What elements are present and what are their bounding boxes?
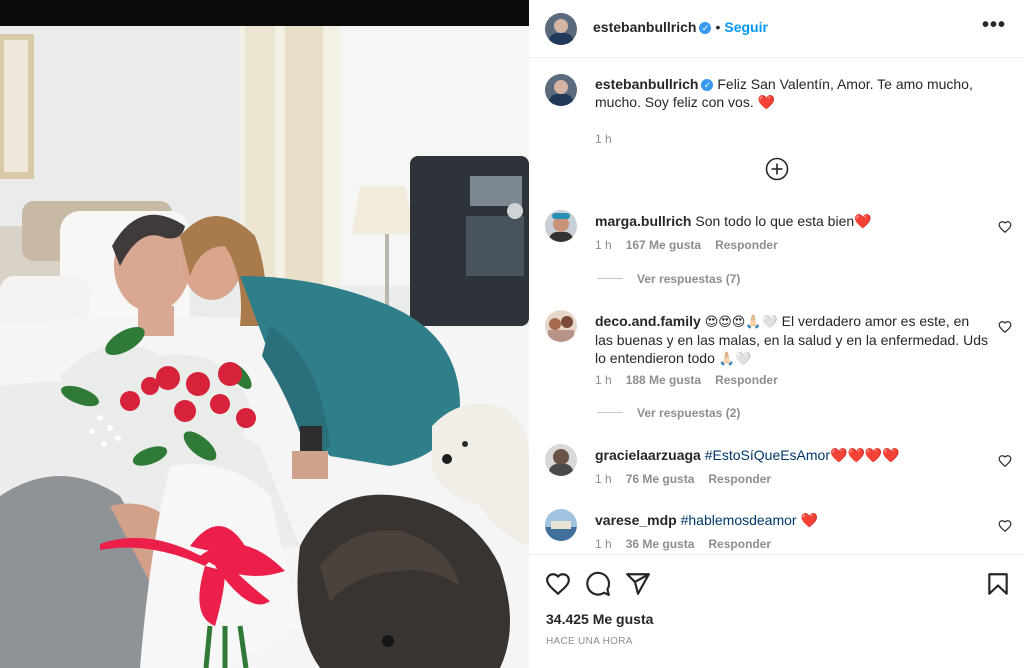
post-timestamp[interactable]: HACE UNA HORA xyxy=(546,636,633,647)
photo-top-bar xyxy=(0,0,529,26)
comment-likes[interactable]: 188 Me gusta xyxy=(626,373,701,387)
likes-count[interactable]: 34.425 Me gusta xyxy=(546,611,653,627)
emoji-sequence: 🙏🏻🤍 xyxy=(718,351,752,366)
replies-line xyxy=(597,412,623,413)
commenter-avatar[interactable] xyxy=(545,444,577,476)
caption-avatar[interactable] xyxy=(545,74,577,106)
header-line: estebanbullrich ✓ • Seguir xyxy=(593,19,768,35)
comment-username[interactable]: deco.and.family xyxy=(595,313,701,329)
follow-button[interactable]: Seguir xyxy=(724,19,768,35)
caption-username[interactable]: estebanbullrich xyxy=(595,76,698,92)
comment-item: varese_mdp #hablemosdeamor ❤️ 1 h 36 Me g… xyxy=(529,509,1024,554)
plus-circle-icon[interactable] xyxy=(765,157,789,181)
heart-emoji: ❤️ xyxy=(854,213,872,229)
comment-text: gracielaarzuaga #EstoSíQueEsAmor❤️❤️❤️❤️ xyxy=(595,446,990,464)
heart-outline-icon[interactable] xyxy=(545,571,571,597)
heart-emoji: ❤️❤️❤️❤️ xyxy=(830,447,900,463)
comment-body: Son todo lo que esta bien xyxy=(695,213,855,229)
comment-item: gracielaarzuaga #EstoSíQueEsAmor❤️❤️❤️❤️… xyxy=(529,444,1024,494)
comment-text: marga.bullrich Son todo lo que esta bien… xyxy=(595,212,990,230)
comments-list[interactable]: estebanbullrich ✓ Feliz San Valentín, Amo… xyxy=(529,58,1024,554)
verified-badge-icon: ✓ xyxy=(701,79,714,91)
comment-bubble-icon[interactable] xyxy=(585,571,611,597)
heart-emoji: ❤️ xyxy=(757,94,776,110)
comment-text: deco.and.family 😍😍😍🙏🏻🤍 El verdadero amor… xyxy=(595,312,990,368)
comment-like-heart-icon[interactable] xyxy=(998,519,1012,533)
reply-button[interactable]: Responder xyxy=(708,472,771,486)
author-username[interactable]: estebanbullrich xyxy=(593,19,696,35)
comment-like-heart-icon[interactable] xyxy=(998,454,1012,468)
hashtag-link[interactable]: #hablemosdeamor xyxy=(681,512,797,528)
commenter-avatar[interactable] xyxy=(545,310,577,342)
comment-username[interactable]: varese_mdp xyxy=(595,512,677,528)
comment-meta: 1 h 76 Me gusta Responder xyxy=(595,472,771,486)
caption-text: estebanbullrich ✓ Feliz San Valentín, Amo… xyxy=(595,75,990,111)
separator-dot: • xyxy=(715,19,721,35)
view-replies-button[interactable]: Ver respuestas (7) xyxy=(597,272,740,286)
comment-time[interactable]: 1 h xyxy=(595,373,612,387)
more-options-icon[interactable]: ••• xyxy=(982,14,1006,37)
author-avatar[interactable] xyxy=(545,13,577,45)
comment-item: marga.bullrich Son todo lo que esta bien… xyxy=(529,210,1024,290)
comment-username[interactable]: marga.bullrich xyxy=(595,213,691,229)
emoji-sequence: 😍😍😍🙏🏻🤍 xyxy=(704,314,778,329)
comment-meta: 1 h 36 Me gusta Responder xyxy=(595,537,771,551)
paper-plane-icon[interactable] xyxy=(625,571,651,597)
comment-likes[interactable]: 76 Me gusta xyxy=(626,472,695,486)
commenter-avatar[interactable] xyxy=(545,210,577,242)
view-replies-label[interactable]: Ver respuestas (7) xyxy=(637,272,740,286)
comment-time[interactable]: 1 h xyxy=(595,537,612,551)
view-replies-label[interactable]: Ver respuestas (2) xyxy=(637,406,740,420)
caption-time[interactable]: 1 h xyxy=(595,132,612,146)
caption-meta: 1 h xyxy=(595,132,626,146)
reply-button[interactable]: Responder xyxy=(715,238,778,252)
heart-emoji: ❤️ xyxy=(800,512,818,528)
comment-meta: 1 h 167 Me gusta Responder xyxy=(595,238,778,252)
comment-meta: 1 h 188 Me gusta Responder xyxy=(595,373,778,387)
comment-like-heart-icon[interactable] xyxy=(998,220,1012,234)
comment-likes[interactable]: 36 Me gusta xyxy=(626,537,695,551)
view-replies-button[interactable]: Ver respuestas (2) xyxy=(597,406,740,420)
caption-block: estebanbullrich ✓ Feliz San Valentín, Amo… xyxy=(529,72,1024,146)
commenter-avatar[interactable] xyxy=(545,509,577,541)
reply-button[interactable]: Responder xyxy=(715,373,778,387)
comment-username[interactable]: gracielaarzuaga xyxy=(595,447,701,463)
comment-like-heart-icon[interactable] xyxy=(998,320,1012,334)
comment-likes[interactable]: 167 Me gusta xyxy=(626,238,701,252)
reply-button[interactable]: Responder xyxy=(708,537,771,551)
post-photo[interactable] xyxy=(0,0,529,668)
hashtag-link[interactable]: #EstoSíQueEsAmor xyxy=(705,447,830,463)
post-image xyxy=(0,26,529,668)
comment-item: deco.and.family 😍😍😍🙏🏻🤍 El verdadero amor… xyxy=(529,310,1024,420)
post-side-panel: estebanbullrich ✓ • Seguir ••• estebanbullr… xyxy=(529,0,1024,668)
post-header: estebanbullrich ✓ • Seguir ••• xyxy=(529,0,1024,58)
comment-time[interactable]: 1 h xyxy=(595,472,612,486)
replies-line xyxy=(597,278,623,279)
bookmark-icon[interactable] xyxy=(985,571,1011,597)
comment-time[interactable]: 1 h xyxy=(595,238,612,252)
comment-text: varese_mdp #hablemosdeamor ❤️ xyxy=(595,511,990,529)
verified-badge-icon: ✓ xyxy=(699,22,712,34)
